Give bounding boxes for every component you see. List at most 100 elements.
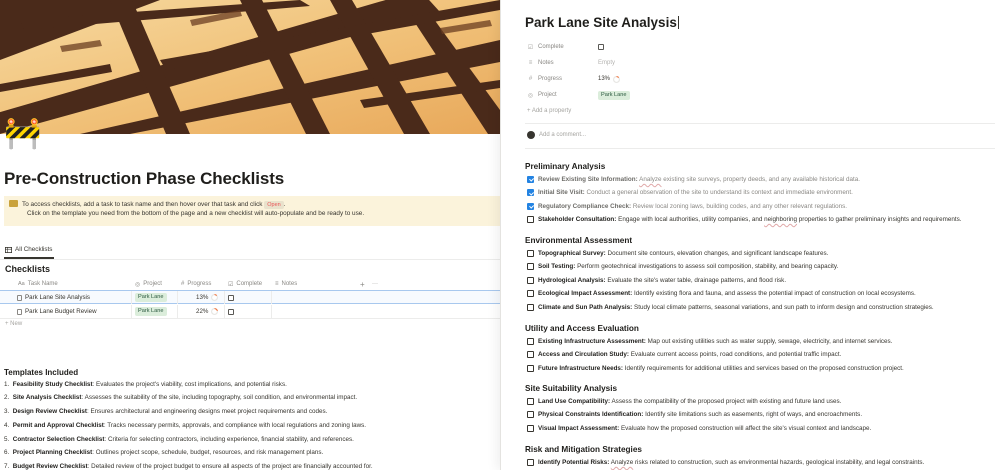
task-name-cell[interactable]: Park Lane Site Analysis <box>17 291 90 304</box>
checklist-item-text[interactable]: Land Use Compatibility: Assess the compa… <box>538 398 841 405</box>
checklist-item-text[interactable]: Review Existing Site Information: Analyz… <box>538 176 860 183</box>
checkbox-checked[interactable] <box>527 176 534 183</box>
property-value[interactable] <box>598 41 604 53</box>
column-header-complete[interactable]: ☑ Complete <box>228 278 262 290</box>
checkbox-unchecked[interactable] <box>527 263 534 271</box>
add-column-button[interactable]: + <box>360 278 365 290</box>
checklist-item-text[interactable]: Regulatory Compliance Check: Review loca… <box>538 203 847 210</box>
property-progress[interactable]: # Progress 13% <box>527 73 727 85</box>
spellcheck-word: neighboring <box>764 216 798 224</box>
project-tag: Park Lane <box>135 293 167 302</box>
construction-sign-icon[interactable]: 🚧 <box>4 116 41 152</box>
divider <box>224 305 225 318</box>
checkbox-unchecked[interactable] <box>527 459 534 466</box>
checklist-item-text[interactable]: Stakeholder Consultation: Engage with lo… <box>538 216 962 223</box>
add-property-button[interactable]: + Add a property <box>527 105 727 117</box>
notes-cell[interactable] <box>275 305 355 318</box>
column-label: Project <box>143 281 162 287</box>
property-label: Complete <box>538 44 564 50</box>
complete-checkbox[interactable] <box>228 294 234 301</box>
checklist-item: Land Use Compatibility: Assess the compa… <box>527 398 841 405</box>
complete-cell[interactable] <box>228 305 234 318</box>
property-complete[interactable]: ☑ Complete <box>527 41 727 53</box>
table-row[interactable]: Park Lane Budget Review Park Lane 22% <box>0 305 500 319</box>
progress-cell[interactable]: 22% <box>196 305 219 318</box>
panel-title[interactable]: Park Lane Site Analysis <box>525 15 679 30</box>
checklist-item-text[interactable]: Access and Circulation Study: Evaluate c… <box>538 351 841 358</box>
checkbox-unchecked[interactable] <box>527 364 534 372</box>
checklist-item: Existing Infrastructure Assessment: Map … <box>527 338 892 345</box>
column-header-notes[interactable]: ≡ Notes <box>275 278 297 290</box>
complete-cell[interactable] <box>228 291 234 304</box>
checklist-item-text[interactable]: Initial Site Visit: Conduct a general ob… <box>538 189 853 196</box>
template-description: : Criteria for selecting contractors, in… <box>104 436 354 443</box>
checkbox-checked[interactable] <box>527 189 534 197</box>
notes-cell[interactable] <box>275 291 355 304</box>
database-title[interactable]: Checklists <box>5 264 50 274</box>
checklist-item: Climate and Sun Path Analysis: Study loc… <box>527 303 934 311</box>
checklist-item-text[interactable]: Physical Constraints Identification: Ide… <box>538 411 862 418</box>
checklist-item-description: Conduct a general observation of the sit… <box>584 189 853 197</box>
main-page: 🚧 Pre-Construction Phase Checklists To a… <box>0 0 500 470</box>
progress-value: 13% <box>196 294 209 301</box>
checklist-item-description: Evaluate current access points, road con… <box>628 351 842 359</box>
checklist-item-text[interactable]: Climate and Sun Path Analysis: Study loc… <box>538 304 934 311</box>
property-project[interactable]: ◎ Project Park Lane <box>527 89 727 101</box>
checklist-item-title: Soil Testing: <box>538 263 576 271</box>
checkbox-unchecked[interactable] <box>527 411 534 419</box>
spellcheck-word: Analyze <box>610 459 634 466</box>
property-notes[interactable]: ≡ Notes Empty <box>527 57 727 69</box>
checklist-item-title: Hydrological Analysis: <box>538 276 606 284</box>
template-list-item: 4. Permit and Approval Checklist: Tracks… <box>4 422 366 429</box>
column-header-project[interactable]: ◎ Project <box>135 278 162 290</box>
column-label: Complete <box>236 281 263 287</box>
column-header-task-name[interactable]: Aa Task Name <box>18 278 58 290</box>
checklist-item-text[interactable]: Hydrological Analysis: Evaluate the site… <box>538 277 786 284</box>
checklist-item-text[interactable]: Existing Infrastructure Assessment: Map … <box>538 338 892 345</box>
project-cell[interactable]: Park Lane <box>135 291 167 304</box>
checklist-item: Access and Circulation Study: Evaluate c… <box>527 351 841 359</box>
section-heading: Risk and Mitigation Strategies <box>525 445 642 454</box>
table-row[interactable]: Park Lane Site Analysis Park Lane 13% <box>0 290 500 304</box>
checklist-item-text[interactable]: Topographical Survey: Document site cont… <box>538 250 828 257</box>
checkbox-unchecked[interactable] <box>527 351 534 359</box>
property-label: Progress <box>538 76 563 82</box>
checkbox-property-icon: ☑ <box>228 281 234 288</box>
new-row-button[interactable]: + New <box>5 321 22 327</box>
checkbox-unchecked[interactable] <box>527 338 534 345</box>
complete-checkbox[interactable] <box>598 44 604 50</box>
task-name-cell[interactable]: Park Lane Budget Review <box>17 305 97 318</box>
column-header-progress[interactable]: # Progress <box>181 278 211 290</box>
cover-image[interactable] <box>0 0 500 134</box>
checkbox-unchecked[interactable] <box>527 424 534 432</box>
table-icon <box>5 246 12 253</box>
checkbox-unchecked[interactable] <box>527 276 534 284</box>
property-value[interactable]: Park Lane <box>598 89 630 101</box>
checklist-item-text[interactable]: Ecological Impact Assessment: Identify e… <box>538 290 916 297</box>
checkbox-unchecked[interactable] <box>527 216 534 224</box>
progress-cell[interactable]: 13% <box>196 291 219 304</box>
spellcheck-word: Analyze <box>639 176 662 183</box>
checklist-item-text[interactable]: Identify Potential Risks: Analyze risks … <box>538 459 924 466</box>
comment-placeholder: Add a comment... <box>539 132 587 138</box>
property-value[interactable]: 13% <box>598 73 621 85</box>
more-options-button[interactable]: ··· <box>372 278 378 290</box>
property-value[interactable]: Empty <box>598 57 615 69</box>
comment-input[interactable]: Add a comment... <box>527 131 586 139</box>
checkbox-unchecked[interactable] <box>527 398 534 405</box>
checklist-item-text[interactable]: Soil Testing: Perform geotechnical inves… <box>538 263 838 270</box>
checkbox-checked[interactable] <box>527 202 534 210</box>
checklist-item-text[interactable]: Visual Impact Assessment: Evaluate how t… <box>538 425 871 432</box>
project-cell[interactable]: Park Lane <box>135 305 167 318</box>
divider <box>177 305 178 318</box>
checklist-item-title: Physical Constraints Identification: <box>538 411 644 419</box>
checklist-item-text[interactable]: Future Infrastructure Needs: Identify re… <box>538 365 904 372</box>
checkbox-unchecked[interactable] <box>527 250 534 257</box>
checkbox-unchecked[interactable] <box>527 290 534 298</box>
template-description: : Tracks necessary permits, approvals, a… <box>103 422 367 429</box>
complete-checkbox[interactable] <box>228 308 234 315</box>
checklist-item-description: Perform geotechnical investigations to a… <box>575 263 839 271</box>
tab-all-checklists[interactable]: All Checklists <box>4 246 55 259</box>
checklist-item-title: Land Use Compatibility: <box>538 398 611 405</box>
checkbox-unchecked[interactable] <box>527 303 534 311</box>
